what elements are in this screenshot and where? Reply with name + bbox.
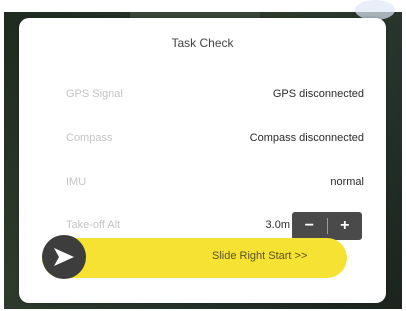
decrease-alt-button[interactable]: − [292, 212, 327, 240]
gps-signal-row: GPS Signal GPS disconnected [66, 88, 364, 108]
gps-signal-value: GPS disconnected [272, 88, 364, 100]
compass-label: Compass [66, 132, 113, 144]
arrow-right-icon [54, 248, 74, 266]
screen: Task Check GPS Signal GPS disconnected C… [0, 0, 406, 311]
increase-alt-button[interactable]: + [328, 212, 363, 240]
slide-to-start-label: Slide Right Start >> [212, 250, 308, 262]
slide-to-start-track[interactable]: Slide Right Start >> [42, 238, 347, 278]
slide-to-start-knob[interactable] [42, 235, 86, 279]
map-decoration [355, 0, 395, 20]
dialog-title: Task Check [171, 36, 234, 50]
imu-label: IMU [66, 176, 87, 188]
takeoff-alt-value: 3.0m [265, 219, 290, 231]
takeoff-alt-label: Take-off Alt [66, 219, 121, 231]
takeoff-alt-stepper: − + [292, 212, 362, 240]
imu-row: IMU normal [66, 176, 364, 196]
compass-value: Compass disconnected [249, 132, 364, 144]
compass-row: Compass Compass disconnected [66, 132, 364, 152]
takeoff-alt-row: Take-off Alt 3.0m − + [66, 212, 364, 240]
gps-signal-label: GPS Signal [66, 88, 123, 100]
imu-value: normal [330, 176, 364, 188]
